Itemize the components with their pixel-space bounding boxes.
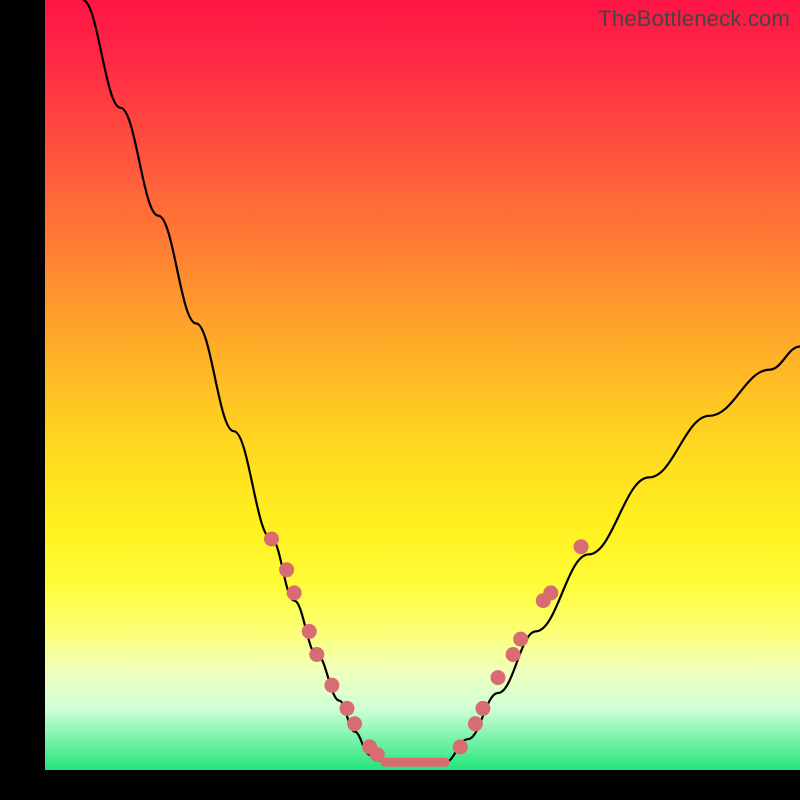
right-curve — [445, 347, 800, 763]
marker-dot — [309, 647, 324, 662]
marker-dot — [543, 585, 558, 600]
marker-dot — [302, 624, 317, 639]
watermark-text: TheBottleneck.com — [598, 6, 790, 32]
marker-dot — [370, 747, 385, 762]
marker-dot — [279, 562, 294, 577]
marker-dot — [340, 701, 355, 716]
marker-dot — [574, 539, 589, 554]
marker-dot — [287, 585, 302, 600]
marker-dot — [506, 647, 521, 662]
marker-dots — [264, 532, 589, 763]
marker-dot — [324, 678, 339, 693]
chart-svg — [45, 0, 800, 770]
plot-area: TheBottleneck.com — [45, 0, 800, 770]
marker-dot — [468, 716, 483, 731]
marker-dot — [491, 670, 506, 685]
marker-dot — [513, 632, 528, 647]
chart-frame: TheBottleneck.com — [0, 0, 800, 800]
marker-dot — [347, 716, 362, 731]
marker-dot — [453, 739, 468, 754]
left-curve — [83, 0, 385, 762]
marker-dot — [264, 532, 279, 547]
marker-dot — [475, 701, 490, 716]
